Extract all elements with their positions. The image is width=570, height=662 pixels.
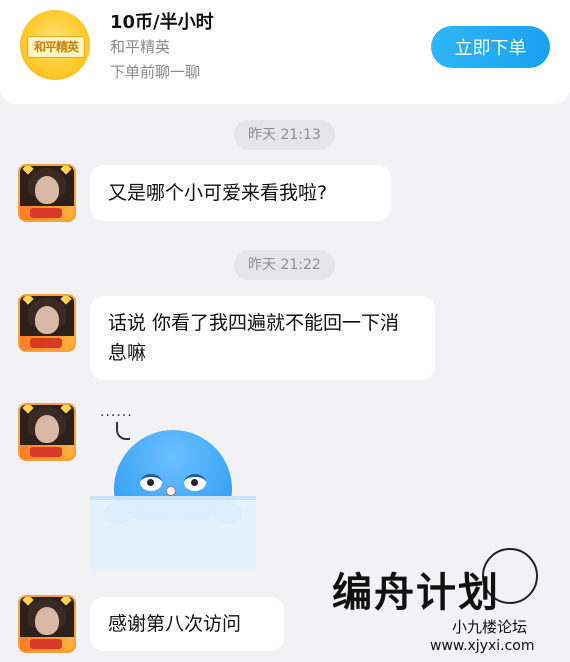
avatar[interactable] <box>18 294 76 352</box>
order-note: 下单前聊一聊 <box>110 63 201 81</box>
sticker-dots: ...... <box>100 404 133 420</box>
game-logo-text: 和平精英 <box>27 36 85 58</box>
message-bubble[interactable]: 感谢第八次访问 <box>90 597 284 651</box>
order-card: 和平精英 10币/半小时 和平精英 下单前聊一聊 立即下单 <box>0 0 570 104</box>
order-price: 10币/半小时 <box>110 12 214 33</box>
watermark-forum-name: 小九楼论坛 <box>452 618 528 636</box>
order-now-button[interactable]: 立即下单 <box>431 26 550 68</box>
avatar[interactable] <box>18 403 76 461</box>
order-game-name: 和平精英 <box>110 38 171 56</box>
watermark-url: www.xjyxi.com <box>430 638 535 654</box>
timestamp: 昨天 21:13 <box>234 120 335 150</box>
sleepy-whale-sticker[interactable]: ...... <box>90 404 258 572</box>
message-bubble[interactable]: 又是哪个小可爱来看我啦? <box>90 165 391 221</box>
message-bubble[interactable]: 话说 你看了我四遍就不能回一下消息嘛 <box>90 296 435 380</box>
timestamp: 昨天 21:22 <box>234 250 335 280</box>
avatar[interactable] <box>18 595 76 653</box>
game-logo: 和平精英 <box>20 10 90 80</box>
watermark-title: 编舟计划 <box>332 569 500 616</box>
avatar[interactable] <box>18 164 76 222</box>
